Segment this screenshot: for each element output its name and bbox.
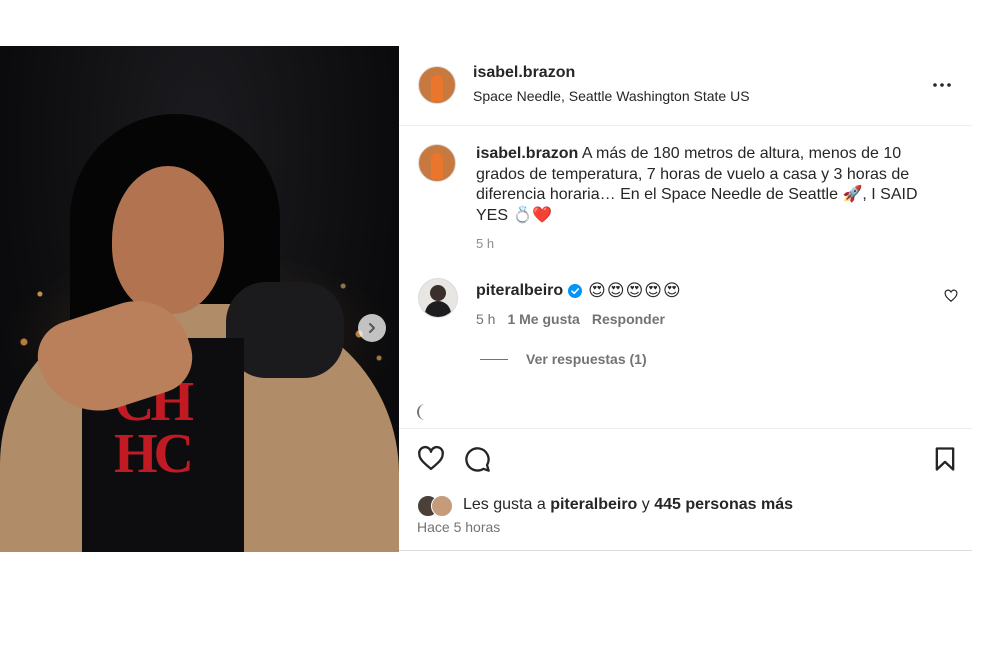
commenter-avatar[interactable] [418, 278, 458, 318]
comment-text: 😍😍😍😍😍 [588, 281, 682, 300]
likes-prefix: Les gusta a [463, 496, 546, 513]
bookmark-icon[interactable] [931, 445, 959, 473]
reply-button[interactable]: Responder [592, 311, 665, 327]
likers-avatars [417, 493, 459, 517]
comment-time: 5 h [476, 311, 496, 327]
chevron-right-icon [369, 323, 375, 333]
post-location[interactable]: Space Needle, Seattle Washington State U… [473, 88, 750, 104]
replies-divider [480, 358, 508, 360]
post-header: isabel.brazon Space Needle, Seattle Wash… [399, 46, 972, 126]
heart-icon[interactable] [417, 445, 445, 473]
view-replies-button[interactable]: Ver respuestas (1) [480, 351, 647, 367]
author-avatar[interactable] [418, 66, 456, 104]
post-time-ago: Hace 5 horas [417, 519, 501, 535]
photo-face-shape [112, 166, 224, 314]
next-photo-button[interactable] [358, 314, 386, 342]
likes-connector: y [641, 496, 650, 513]
commenter-username[interactable]: piteralbeiro [476, 282, 563, 300]
post-actions: Les gusta a piteralbeiro y 445 personas … [399, 428, 972, 553]
post-bottom-border [399, 550, 972, 551]
comment-icon[interactable] [463, 445, 491, 473]
more-horizontal-icon[interactable] [930, 73, 954, 97]
instagram-post: CH HC isabel.brazon Space Needle, Seattle… [0, 46, 972, 552]
liker-avatar [431, 495, 453, 517]
likes-summary[interactable]: Les gusta a piteralbeiro y 445 personas … [417, 493, 793, 517]
comment-likes[interactable]: 1 Me gusta [507, 311, 579, 327]
next-comment-avatar-partial [417, 404, 431, 420]
caption-time: 5 h [476, 236, 495, 251]
comments-section: isabel.brazon A más de 180 metros de alt… [399, 126, 972, 428]
post-caption: isabel.brazon A más de 180 metros de alt… [476, 144, 936, 226]
verified-badge-icon [568, 284, 583, 298]
view-replies-label: Ver respuestas (1) [526, 351, 647, 367]
caption-username[interactable]: isabel.brazon [476, 145, 578, 162]
likes-user[interactable]: piteralbeiro [550, 496, 637, 514]
author-username[interactable]: isabel.brazon [473, 64, 575, 82]
comment-like-heart-icon[interactable] [944, 289, 958, 303]
likes-others[interactable]: 445 personas más [654, 496, 793, 514]
caption-avatar[interactable] [418, 144, 456, 182]
comment-meta: 5 h 1 Me gusta Responder [476, 311, 665, 327]
post-photo[interactable]: CH HC [0, 46, 399, 552]
post-sidebar: isabel.brazon Space Needle, Seattle Wash… [399, 46, 972, 552]
comment: piteralbeiro 😍😍😍😍😍 [476, 281, 682, 301]
